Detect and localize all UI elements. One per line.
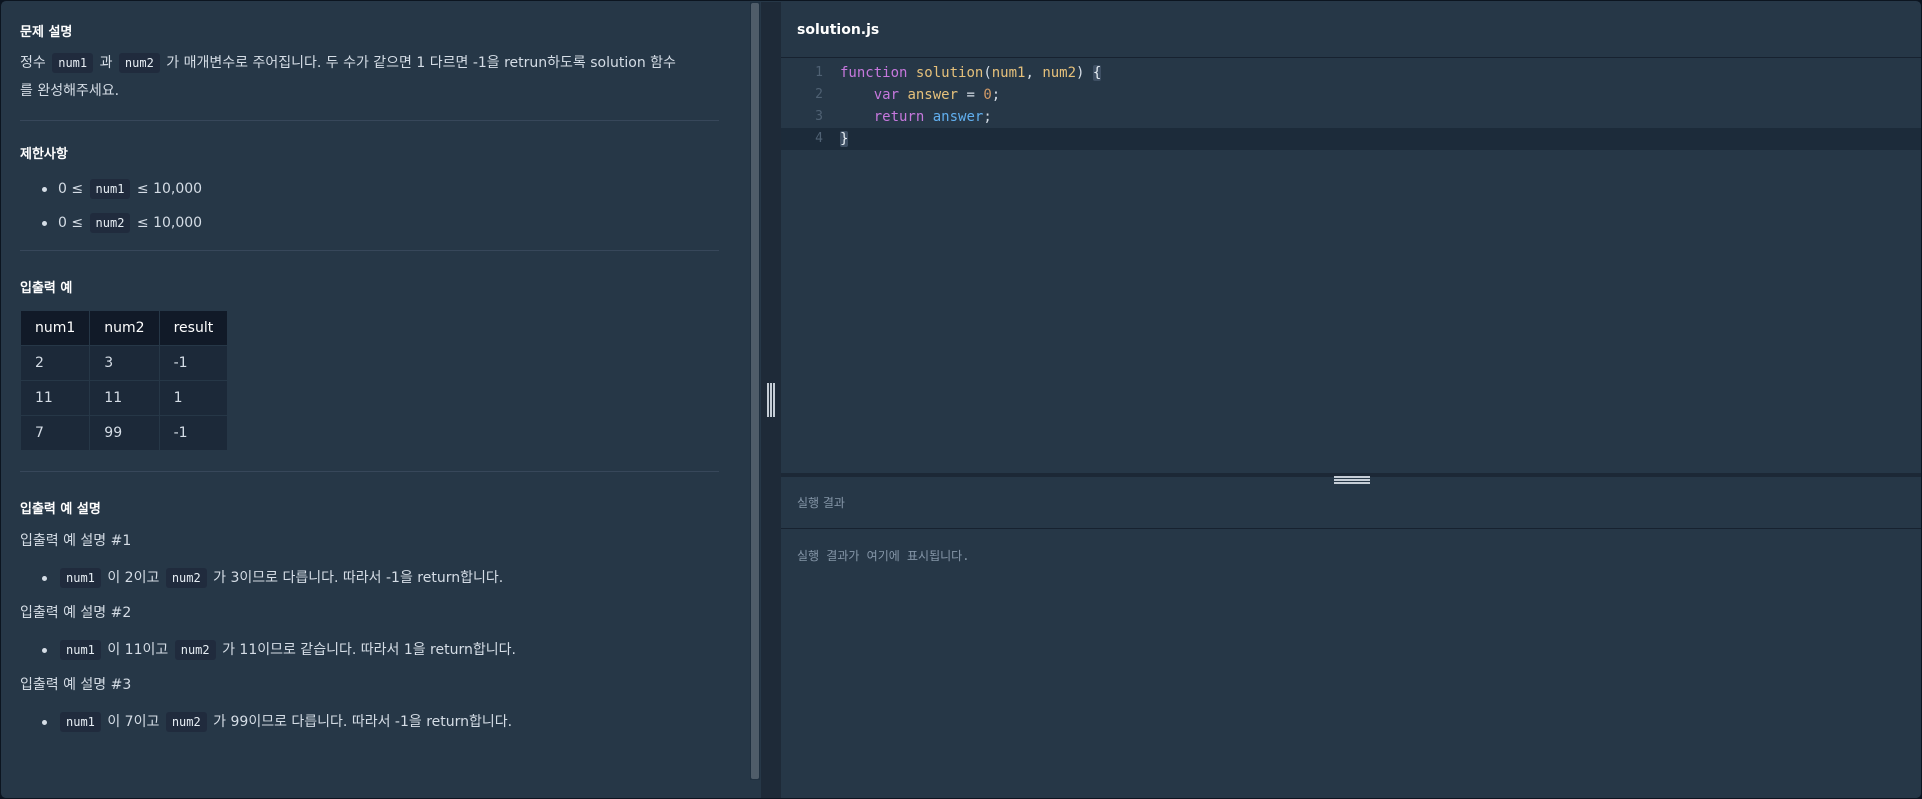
- line-number: 4: [815, 131, 823, 146]
- problem-scrollbar-thumb[interactable]: [751, 3, 759, 779]
- code-text[interactable]: return answer;: [840, 106, 992, 128]
- table-cell: 11: [89, 380, 160, 416]
- description-text: 정수 num1 과 num2 가 매개변수로 주어집니다. 두 수가 같으면 1…: [20, 53, 676, 99]
- divider: [20, 250, 719, 251]
- code-line-active[interactable]: 4 }: [781, 128, 1921, 150]
- example-item: num1 이 7이고 num2 가 99이므로 다릅니다. 따라서 -1을 re…: [40, 705, 719, 739]
- code-chip: num2: [89, 213, 131, 233]
- code-chip: num1: [89, 179, 131, 199]
- divider: [20, 120, 719, 121]
- result-output: 실행 결과가 여기에 표시됩니다.: [797, 549, 970, 563]
- example-list: num1 이 7이고 num2 가 99이므로 다릅니다. 따라서 -1을 re…: [20, 705, 719, 739]
- table-header: num1: [19, 310, 91, 346]
- example-title: 입출력 예 설명 #1: [20, 533, 132, 549]
- divider: [20, 471, 719, 472]
- table-cell: 2: [19, 345, 91, 381]
- io-title: 입출력 예: [20, 281, 73, 296]
- constraint-item: 0 ≤ num1 ≤ 10,000: [40, 172, 719, 206]
- io-table: num1 num2 result 2 3 -1 11 11 1 7 99 -1: [19, 310, 229, 451]
- code-line[interactable]: 2 var answer = 0;: [781, 84, 1921, 106]
- code-chip: num2: [165, 712, 207, 732]
- line-number: 2: [815, 87, 823, 102]
- code-chip: num2: [174, 640, 216, 660]
- file-tab-solution[interactable]: solution.js: [797, 22, 879, 38]
- example-title: 입출력 예 설명 #2: [20, 605, 132, 621]
- table-header: num2: [89, 310, 160, 346]
- line-number: 3: [815, 109, 823, 124]
- table-header-row: num1 num2 result: [19, 310, 229, 346]
- result-title: 실행 결과: [797, 496, 845, 510]
- table-row: 2 3 -1: [19, 345, 229, 381]
- table-row: 11 11 1: [19, 380, 229, 416]
- code-chip: num1: [52, 53, 94, 73]
- code-line[interactable]: 3 return answer;: [781, 106, 1921, 128]
- example-list: num1 이 2이고 num2 가 3이므로 다릅니다. 따라서 -1을 ret…: [20, 561, 719, 595]
- example-title: 입출력 예 설명 #3: [20, 677, 132, 693]
- problem-panel: 문제 설명 정수 num1 과 num2 가 매개변수로 주어집니다. 두 수가…: [2, 2, 750, 798]
- table-cell: 7: [19, 415, 91, 451]
- table-cell: 11: [19, 380, 91, 416]
- code-text[interactable]: var answer = 0;: [840, 84, 1000, 106]
- table-cell: -1: [158, 415, 229, 451]
- result-header: 실행 결과: [781, 477, 1921, 529]
- code-chip: num1: [60, 712, 101, 732]
- constraints-title: 제한사항: [20, 147, 68, 162]
- code-chip: num1: [60, 640, 101, 660]
- code-text[interactable]: }: [840, 128, 849, 150]
- example-item: num1 이 11이고 num2 가 11이므로 같습니다. 따라서 1을 re…: [40, 633, 719, 667]
- problem-content: 문제 설명 정수 num1 과 num2 가 매개변수로 주어집니다. 두 수가…: [2, 2, 737, 798]
- table-row: 7 99 -1: [19, 415, 229, 451]
- description-title: 문제 설명: [20, 25, 73, 40]
- code-chip: num1: [60, 568, 101, 588]
- io-explain-title: 입출력 예 설명: [20, 502, 101, 517]
- app-frame: 문제 설명 정수 num1 과 num2 가 매개변수로 주어집니다. 두 수가…: [0, 0, 1922, 799]
- vertical-resize-handle-icon[interactable]: [767, 383, 776, 417]
- code-line[interactable]: 1 function solution(num1, num2) {: [781, 62, 1921, 84]
- example-list: num1 이 11이고 num2 가 11이므로 같습니다. 따라서 1을 re…: [20, 633, 719, 667]
- constraint-item: 0 ≤ num2 ≤ 10,000: [40, 206, 719, 240]
- table-header: result: [158, 310, 229, 346]
- table-cell: 1: [158, 380, 229, 416]
- table-cell: -1: [158, 345, 229, 381]
- code-chip: num2: [118, 53, 160, 73]
- code-text[interactable]: function solution(num1, num2) {: [840, 62, 1102, 84]
- example-item: num1 이 2이고 num2 가 3이므로 다릅니다. 따라서 -1을 ret…: [40, 561, 719, 595]
- editor-panel: solution.js 1 function solution(num1, nu…: [781, 2, 1921, 798]
- code-editor[interactable]: 1 function solution(num1, num2) { 2 var …: [781, 58, 1921, 473]
- editor-header: solution.js: [781, 2, 1921, 58]
- table-cell: 99: [89, 415, 160, 451]
- code-chip: num2: [165, 568, 207, 588]
- line-number: 1: [815, 65, 823, 80]
- table-cell: 3: [89, 345, 160, 381]
- constraints-list: 0 ≤ num1 ≤ 10,000 0 ≤ num2 ≤ 10,000: [20, 172, 719, 240]
